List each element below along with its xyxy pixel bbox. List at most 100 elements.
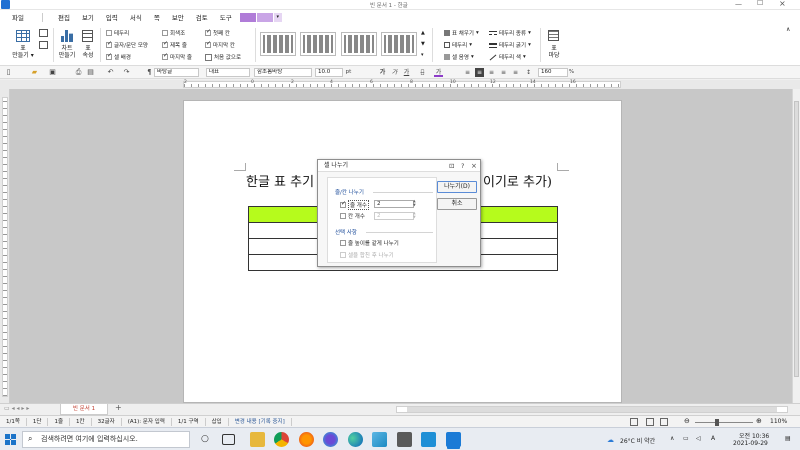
style-scroll-up-icon[interactable]: ▲: [421, 30, 425, 36]
row-count-option[interactable]: 줄 개수: [340, 200, 369, 210]
zoom-slider-thumb[interactable]: [715, 419, 719, 426]
maximize-button[interactable]: ☐: [757, 0, 763, 7]
vertical-scrollbar[interactable]: [792, 89, 800, 403]
underline-button[interactable]: 가: [402, 68, 411, 77]
edge-icon[interactable]: [348, 432, 363, 447]
sublime-icon[interactable]: [372, 432, 387, 447]
table-style-3[interactable]: [341, 32, 377, 56]
explorer-icon[interactable]: [250, 432, 265, 447]
tab-dropdown-icon[interactable]: ▾: [273, 12, 282, 22]
menu-tools[interactable]: 도구: [214, 12, 238, 22]
task-view-icon[interactable]: ○: [201, 434, 209, 444]
clock-time[interactable]: 오전 10:36: [739, 431, 769, 440]
table-create-button[interactable]: 표 만들기 ▾: [10, 45, 36, 59]
line-spacing-icon[interactable]: ↕: [524, 68, 533, 77]
chrome-icon[interactable]: [274, 432, 289, 447]
table-props-icon[interactable]: [82, 30, 93, 42]
border-weight-button[interactable]: 테두리 굵기 ▾: [489, 41, 531, 49]
weather-text[interactable]: 26°C 비 약간: [620, 436, 655, 445]
menu-review[interactable]: 검토: [190, 12, 214, 22]
menu-file[interactable]: 파일: [0, 12, 32, 22]
font-kind-select[interactable]: 대표: [206, 68, 250, 77]
zoom-slider[interactable]: [695, 419, 753, 426]
dialog-help-button[interactable]: ?: [461, 162, 464, 170]
check-title-row[interactable]: 제목 줄: [162, 40, 187, 49]
windows-start-icon[interactable]: [5, 434, 16, 445]
print-icon[interactable]: ⎙: [74, 68, 83, 77]
style-scroll-down-icon[interactable]: ▼: [421, 41, 425, 47]
whale-icon[interactable]: [323, 432, 338, 447]
network-icon[interactable]: ▭: [683, 435, 689, 442]
table-convert-icon[interactable]: [39, 41, 48, 49]
status-track-changes[interactable]: 변경 내용 [기록 중지]: [229, 417, 292, 426]
dialog-options-icon[interactable]: ⊡: [449, 162, 454, 170]
table-design-tab[interactable]: [239, 12, 256, 22]
zoom-in-icon[interactable]: ⊕: [756, 417, 762, 425]
calculator-icon[interactable]: [397, 432, 412, 447]
monitor-icon[interactable]: [421, 432, 436, 447]
table-wizard-icon[interactable]: [548, 30, 559, 41]
check-first-col[interactable]: 첫째 칸: [205, 28, 230, 37]
menu-edit[interactable]: 편집: [52, 12, 76, 22]
view-outline-icon[interactable]: [660, 418, 668, 426]
check-gray[interactable]: 회색조: [162, 29, 185, 37]
tab-nav-icon[interactable]: ▭ ◂ ◂ ▸ ▸: [4, 405, 29, 412]
cancel-button[interactable]: 취소: [437, 198, 477, 210]
horizontal-scrollbar[interactable]: [396, 406, 788, 413]
table-style-2[interactable]: [300, 32, 336, 56]
split-button[interactable]: 나누기(D): [437, 181, 477, 193]
align-left-icon[interactable]: ≡: [463, 68, 472, 77]
zoom-out-icon[interactable]: ⊖: [684, 417, 690, 425]
new-doc-icon[interactable]: ▯: [4, 68, 13, 77]
table-wizard-button[interactable]: 표 마당: [544, 45, 564, 59]
table-layout-tab[interactable]: [256, 12, 273, 22]
align-center-icon[interactable]: ≡: [499, 68, 508, 77]
font-size-input[interactable]: 10.0: [315, 68, 343, 77]
doc-heading-right[interactable]: 이기로 추가): [483, 171, 552, 190]
align-right-icon[interactable]: ≡: [487, 68, 496, 77]
table-fill-button[interactable]: 표 채우기 ▾: [444, 29, 479, 37]
bold-button[interactable]: 가: [378, 68, 387, 77]
table-props-button[interactable]: 표 속성: [78, 45, 98, 59]
ribbon-collapse-icon[interactable]: ∧: [786, 26, 790, 33]
task-view-app-icon[interactable]: [222, 434, 235, 445]
font-color-icon[interactable]: 가: [434, 68, 443, 77]
menu-insert[interactable]: 입력: [100, 12, 124, 22]
menu-view[interactable]: 보기: [76, 12, 100, 22]
zoom-input[interactable]: 160: [538, 68, 568, 77]
view-normal-icon[interactable]: [630, 418, 638, 426]
ime-icon[interactable]: A: [711, 435, 715, 442]
border-type-button[interactable]: 테두리 종류 ▾: [489, 29, 531, 37]
scroll-thumb[interactable]: [794, 101, 799, 377]
menu-page[interactable]: 쪽: [148, 12, 166, 22]
open-folder-icon[interactable]: ▰: [30, 68, 39, 77]
preview-icon[interactable]: ▤: [86, 68, 95, 77]
scroll-thumb[interactable]: [407, 407, 777, 412]
taskbar-search-input[interactable]: 검색하려면 여기에 입력하십시오.: [22, 431, 190, 448]
menu-format[interactable]: 서식: [124, 12, 148, 22]
font-select[interactable]: 함초롬바탕: [254, 68, 312, 77]
doc-heading-left[interactable]: 한글 표 추기: [246, 171, 314, 190]
tray-arrow-icon[interactable]: ∧: [670, 435, 674, 442]
hangul-icon[interactable]: [446, 432, 461, 447]
check-last-row[interactable]: 마지막 줄: [162, 52, 192, 61]
undo-icon[interactable]: ↶: [106, 68, 115, 77]
table-grid-icon[interactable]: [16, 30, 30, 42]
table-edit-icon[interactable]: [39, 29, 48, 37]
border-color-button[interactable]: 테두리 색 ▾: [489, 53, 526, 61]
save-icon[interactable]: ▣: [48, 68, 57, 77]
style-select[interactable]: 바탕글: [154, 68, 199, 77]
align-justify-icon[interactable]: ≡: [475, 68, 484, 77]
strike-icon[interactable]: 가̶: [418, 68, 427, 77]
status-zoom[interactable]: 110%: [770, 418, 787, 425]
firefox-icon[interactable]: [299, 432, 314, 447]
table-style-4[interactable]: [381, 32, 417, 56]
check-cell-bg[interactable]: 셀 배경: [106, 52, 131, 61]
view-web-icon[interactable]: [646, 418, 654, 426]
equal-height-option[interactable]: 줄 높이를 같게 나누기: [340, 239, 399, 247]
close-button[interactable]: ×: [779, 0, 786, 8]
check-last-col[interactable]: 마지막 칸: [205, 40, 235, 49]
spin-arrows-icon[interactable]: ▲ ▼: [413, 199, 416, 207]
menu-security[interactable]: 보안: [166, 12, 190, 22]
check-char-para[interactable]: 글자/문단 모양: [106, 40, 148, 49]
